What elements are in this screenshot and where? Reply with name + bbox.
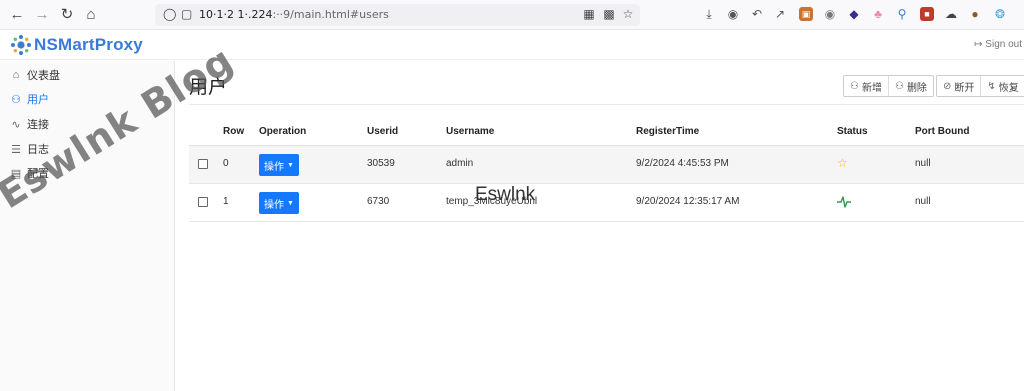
table-row[interactable]: 0 操作 ▼ 30539 admin 9/2/2024 4:45:53 PM ☆… (189, 146, 1024, 184)
connection-action-group: ⊘ 断开 ↯ 恢复 (936, 75, 1024, 97)
account-icon[interactable]: ◉ (726, 7, 740, 21)
url-text[interactable]: 10·1·2 1·.224:··9/main.html#users (199, 8, 389, 21)
user-action-group: ⚇ 新增 ⚇ 删除 (843, 75, 934, 97)
table-header-row: Row Operation Userid Username RegisterTi… (189, 118, 1024, 146)
log-icon: ☰ (11, 143, 21, 156)
download-icon[interactable]: ⤓ (702, 7, 716, 21)
qr-code-icon[interactable]: ▦ (582, 7, 596, 21)
share-icon[interactable]: ↗ (773, 7, 787, 21)
port-bound-cell: null (915, 196, 931, 207)
logo-gear-icon (11, 35, 31, 55)
sidebar-item-label: 仪表盘 (27, 70, 60, 82)
operation-label: 操作 (264, 199, 284, 211)
title-divider (189, 104, 1024, 105)
disconnect-button[interactable]: ⊘ 断开 (937, 76, 982, 96)
userid-cell: 6730 (367, 196, 390, 207)
table-row[interactable]: 1 操作 ▼ 6730 temp_3Mic8uyeUbnl 9/20/2024 … (189, 184, 1024, 222)
user-delete-icon: ⚇ (894, 80, 904, 92)
pulse-icon (837, 196, 851, 208)
operation-dropdown-button[interactable]: 操作 ▼ (259, 192, 299, 214)
port-bound-cell: null (915, 158, 931, 169)
row-index: 0 (223, 158, 229, 169)
caret-down-icon: ▼ (287, 161, 294, 169)
bookmark-star-icon[interactable]: ☆ (621, 7, 635, 21)
operation-label: 操作 (264, 161, 284, 173)
register-time-cell: 9/2/2024 4:45:53 PM (636, 158, 729, 169)
column-header-operation[interactable]: Operation (259, 126, 306, 137)
gem-extension-icon[interactable]: ◆ (847, 7, 861, 21)
red-extension-icon[interactable]: ■ (920, 7, 934, 21)
operation-dropdown-button[interactable]: 操作 ▼ (259, 154, 299, 176)
puzzle-extension-icon[interactable]: ♣ (871, 7, 885, 21)
pulse-icon: ∿ (11, 118, 21, 131)
cloud-extension-icon[interactable]: ☁ (944, 7, 958, 21)
grid-icon[interactable]: ▩ (602, 7, 616, 21)
sidebar-item-dashboard[interactable]: ⌂ 仪表盘 (10, 67, 60, 83)
sign-out-link[interactable]: ↦ Sign out (974, 39, 1022, 50)
column-header-row[interactable]: Row (223, 126, 244, 137)
delete-user-label: 删除 (906, 82, 927, 94)
column-header-status[interactable]: Status (837, 126, 868, 137)
restore-button[interactable]: ↯ 恢复 (981, 76, 1024, 96)
dashboard-icon: ⌂ (12, 69, 20, 81)
browser-toolbar: ← → ↻ ⌂ ◯ ▢ 10·1·2 1·.224:··9/main.html#… (0, 0, 1024, 30)
column-header-port-bound[interactable]: Port Bound (915, 126, 969, 137)
center-watermark: Eswlnk (475, 184, 536, 205)
globe-extension-icon[interactable]: ❂ (993, 7, 1007, 21)
user-add-icon: ⚇ (850, 80, 859, 92)
back-icon[interactable]: ← (8, 6, 26, 24)
sidebar-item-connections[interactable]: ∿ 连接 (10, 116, 49, 132)
row-checkbox[interactable] (198, 159, 208, 169)
shield-icon[interactable]: ◯ (163, 7, 176, 21)
page-info-icon[interactable]: ▢ (181, 7, 192, 21)
address-bar[interactable]: ◯ ▢ 10·1·2 1·.224:··9/main.html#users (155, 4, 640, 26)
column-header-register-time[interactable]: RegisterTime (636, 126, 699, 137)
reload-icon[interactable]: ↻ (58, 6, 76, 24)
users-icon: ⚇ (11, 93, 21, 106)
disconnect-label: 断开 (954, 82, 975, 94)
logo-text: NSMartProxy (34, 35, 143, 54)
forward-icon[interactable]: → (33, 6, 51, 24)
pin-extension-icon[interactable]: ⚲ (895, 7, 909, 21)
column-header-username[interactable]: Username (446, 126, 494, 137)
app-header: NSMartProxy ↦ Sign out (0, 30, 1024, 60)
star-icon: ☆ (837, 156, 848, 170)
disconnect-icon: ⊘ (943, 80, 952, 92)
sidebar-item-users[interactable]: ⚇ 用户 (10, 91, 49, 107)
url-host: 10·1·2 1·.224 (199, 8, 273, 21)
restore-icon: ↯ (987, 80, 996, 92)
add-user-label: 新增 (861, 82, 882, 94)
app-logo[interactable]: NSMartProxy (10, 33, 143, 57)
home-icon[interactable]: ⌂ (82, 6, 100, 24)
restore-label: 恢复 (998, 82, 1019, 94)
caret-down-icon: ▼ (287, 199, 294, 207)
url-path: :··9/main.html#users (272, 8, 389, 21)
register-time-cell: 9/20/2024 12:35:17 AM (636, 196, 740, 207)
circle-extension-icon[interactable]: ◉ (823, 7, 837, 21)
undo-icon[interactable]: ↶ (750, 7, 764, 21)
sidebar-item-label: 用户 (27, 94, 49, 106)
userid-cell: 30539 (367, 158, 395, 169)
cookie-extension-icon[interactable]: ● (968, 7, 982, 21)
add-user-button[interactable]: ⚇ 新增 (844, 76, 889, 96)
extension-icon[interactable]: ▣ (799, 7, 813, 21)
row-index: 1 (223, 196, 229, 207)
username-cell: admin (446, 158, 474, 169)
sidebar-item-label: 连接 (27, 119, 49, 131)
column-header-userid[interactable]: Userid (367, 126, 398, 137)
row-checkbox[interactable] (198, 197, 208, 207)
delete-user-button[interactable]: ⚇ 删除 (889, 76, 933, 96)
